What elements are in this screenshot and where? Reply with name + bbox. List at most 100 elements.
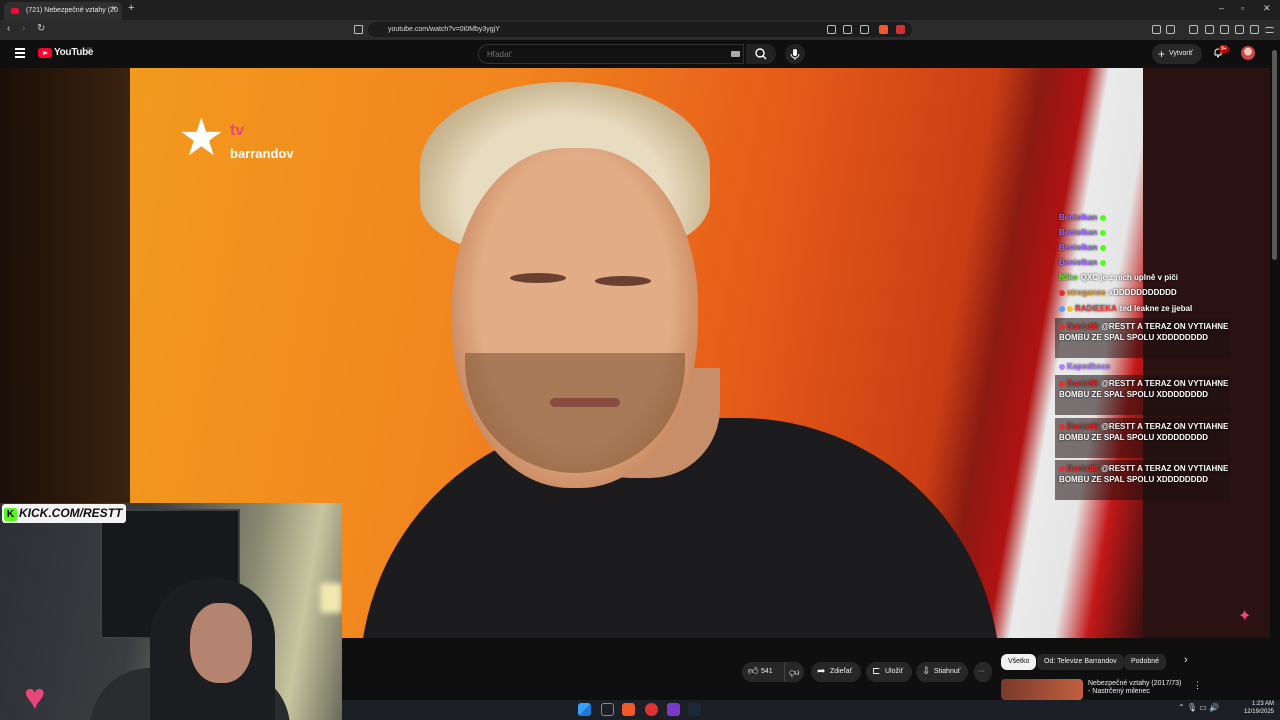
emote-icon <box>1100 259 1107 266</box>
plus-icon: + <box>1158 47 1166 61</box>
search-icon <box>755 48 767 60</box>
chat-message: stroganos xDDDDDDDDDDD <box>1059 287 1229 298</box>
logo-barrandov-text: barrandov <box>230 146 294 161</box>
rewards-icon[interactable] <box>896 25 905 34</box>
avatar[interactable] <box>1241 46 1255 60</box>
chat-message: RADIEEKA ted leakne ze jjebal <box>1059 303 1229 314</box>
scrollbar-thumb[interactable] <box>1272 50 1277 260</box>
star-icon: ★ <box>178 109 225 167</box>
more-actions-button[interactable]: ··· <box>974 662 992 682</box>
system-tray[interactable]: ⌃ 🎙 ▭ 🔊 <box>1178 703 1219 712</box>
thumbs-up-icon: 👍︎ <box>748 666 759 677</box>
extensions-puzzle-icon[interactable] <box>1235 25 1244 34</box>
share-icon[interactable] <box>860 25 869 34</box>
youtube-logo-icon[interactable] <box>38 48 52 58</box>
badge-icon <box>1059 423 1065 430</box>
minimize-button[interactable]: – <box>1219 3 1224 13</box>
maximize-button[interactable]: ▫ <box>1241 3 1244 13</box>
chevron-right-icon[interactable]: › <box>1184 654 1188 666</box>
translate-icon[interactable] <box>843 25 852 34</box>
extension-icon[interactable] <box>1152 25 1161 34</box>
streamer-face <box>190 603 252 683</box>
kick-logo-icon: K <box>4 508 17 521</box>
bookmark-icon[interactable] <box>354 25 363 34</box>
dislike-button[interactable]: 👍︎ <box>784 662 804 682</box>
music-icon[interactable] <box>1189 25 1198 34</box>
clock-time: 1:23 AM <box>1251 701 1274 707</box>
badge-icon <box>1059 380 1065 387</box>
chat-message: Beniolkan <box>1059 212 1229 223</box>
vpn-icon[interactable] <box>1250 25 1259 34</box>
address-bar-row: ‹ › ↻ youtube.com/watch?v=0i0Mby3ygjY <box>0 20 1280 40</box>
forward-button[interactable]: › <box>22 23 25 34</box>
cast-icon[interactable] <box>827 25 836 34</box>
app-icon[interactable] <box>645 703 658 716</box>
media-icon[interactable] <box>1166 25 1175 34</box>
chat-message: Dunix88 @RESTT A TERAZ ON VYTIAHNE BOMBU … <box>1059 464 1229 484</box>
save-button[interactable]: ⊏ Uložiť <box>866 662 912 682</box>
download-button[interactable]: ⇩ Stiahnuť <box>916 662 968 682</box>
chip-all[interactable]: Všetko <box>1001 654 1037 670</box>
task-view-icon[interactable] <box>601 703 614 716</box>
emote-icon <box>1100 244 1107 251</box>
tab-manager-icon[interactable] <box>1220 25 1229 34</box>
search-input[interactable] <box>478 44 744 64</box>
windows-taskbar <box>342 700 1280 720</box>
badge-icon <box>1059 363 1065 370</box>
kick-channel-label: K KICK.COM/RESTT <box>2 504 127 523</box>
person-mouth <box>550 398 620 407</box>
chat-message: Dunix88 @RESTT A TERAZ ON VYTIAHNE BOMBU … <box>1059 422 1229 442</box>
youtube-favicon-icon <box>11 8 19 14</box>
back-button[interactable]: ‹ <box>7 23 10 34</box>
windows-start-icon[interactable] <box>578 703 591 716</box>
brave-shield-icon[interactable] <box>879 25 888 34</box>
create-button[interactable]: + Vytvoriť <box>1152 44 1202 64</box>
recommended-title[interactable]: Nebezpečné vztahy (2017/73) - Nastrčený … <box>1088 680 1184 696</box>
chat-message: Beniolkan <box>1059 257 1229 268</box>
sidebar-icon[interactable] <box>1205 25 1214 34</box>
logo-tv-text: tv <box>230 122 245 139</box>
download-icon: ⇩ <box>922 666 931 677</box>
country-code: SK <box>87 46 93 51</box>
tab-title: (721) Nebezpečné vztahy (20 <box>26 7 118 14</box>
share-arrow-icon: ➦ <box>817 666 826 677</box>
keyboard-icon[interactable] <box>731 51 740 57</box>
notification-badge: 9+ <box>1219 45 1229 53</box>
chip-similar[interactable]: Podobné <box>1124 654 1167 670</box>
chat-message: Dunix88 @RESTT A TERAZ ON VYTIAHNE BOMBU … <box>1059 379 1229 399</box>
chat-message: h3ko QXC je z nich uplně v piči <box>1059 273 1179 282</box>
close-window-button[interactable]: ✕ <box>1263 3 1271 14</box>
new-tab-button[interactable]: + <box>128 2 134 14</box>
heart-icon: ♥ <box>24 676 46 717</box>
create-label: Vytvoriť <box>1169 50 1193 57</box>
chat-message: Kapodkoce <box>1059 361 1229 372</box>
badge-icon <box>1059 465 1065 472</box>
browser-tab-bar: (721) Nebezpečné vztahy (20 × + – ▫ ✕ <box>0 0 1280 20</box>
youtube-header: YouTube SK + Vytvoriť 9+ <box>0 40 1280 68</box>
reload-button[interactable]: ↻ <box>37 23 45 34</box>
kick-watermark-icon: ✦ <box>1238 608 1252 625</box>
tab-close-icon[interactable]: × <box>111 3 116 13</box>
microphone-icon <box>790 49 800 60</box>
brave-browser-icon[interactable] <box>622 703 635 716</box>
chat-overlay: Beniolkan Beniolkan Beniolkan Beniolkan … <box>1055 198 1230 503</box>
app-icon[interactable] <box>667 703 680 716</box>
badge-icon <box>1059 305 1065 312</box>
recommended-thumbnail[interactable] <box>1001 679 1083 700</box>
badge-icon <box>1059 289 1065 296</box>
like-count: 541 <box>761 668 773 675</box>
taskbar-clock[interactable]: 1:23 AM 12/19/2025 <box>1236 700 1274 716</box>
search-button[interactable] <box>746 44 776 64</box>
emote-icon <box>1100 229 1107 236</box>
emote-icon <box>1100 214 1107 221</box>
hamburger-menu-icon[interactable] <box>15 48 25 58</box>
clock-date: 12/19/2025 <box>1243 709 1274 715</box>
badge-icon <box>1067 305 1073 312</box>
browser-tab[interactable]: (721) Nebezpečné vztahy (20 <box>4 2 122 20</box>
recommended-more-icon[interactable]: ⋮ <box>1193 680 1202 691</box>
chip-from-channel[interactable]: Od: Televize Barrandov <box>1037 654 1124 670</box>
share-button[interactable]: ➦ Zdieľať <box>811 662 861 682</box>
voice-search-button[interactable] <box>785 44 805 64</box>
browser-menu-icon[interactable] <box>1265 27 1274 33</box>
steam-icon[interactable] <box>688 703 701 716</box>
